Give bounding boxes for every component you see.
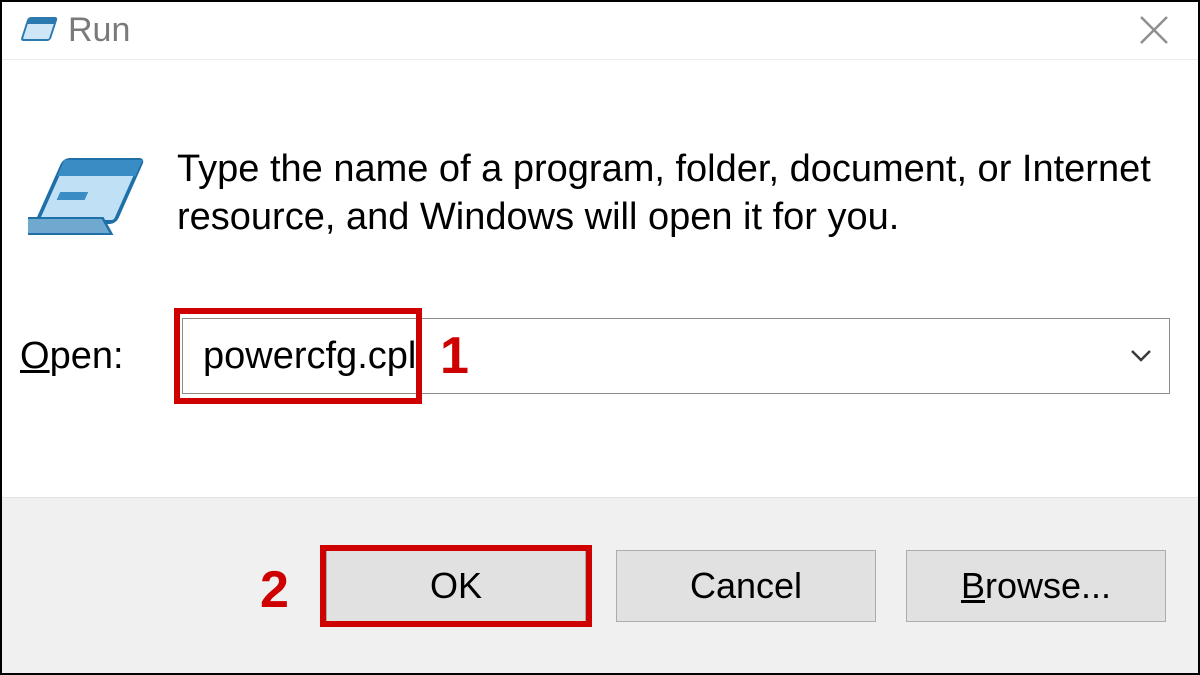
open-combobox[interactable]	[182, 318, 1170, 394]
window-title: Run	[68, 11, 130, 50]
open-input[interactable]	[183, 319, 1113, 393]
open-row: Open:	[20, 318, 1170, 394]
dialog-footer: OK Cancel Browse... 2	[2, 497, 1198, 673]
close-button[interactable]	[1132, 8, 1176, 52]
title-bar: Run	[2, 2, 1198, 60]
close-icon	[1137, 13, 1171, 47]
ok-button[interactable]: OK	[326, 550, 586, 622]
run-dialog-frame: Run Type the name of a program, folder,	[0, 0, 1200, 675]
run-large-icon	[28, 152, 146, 242]
instruction-text: Type the name of a program, folder, docu…	[177, 146, 1158, 241]
open-label: Open:	[20, 335, 150, 378]
combo-dropdown-button[interactable]	[1113, 319, 1169, 393]
run-app-small-icon	[16, 14, 60, 48]
chevron-down-icon	[1130, 349, 1152, 363]
cancel-button[interactable]: Cancel	[616, 550, 876, 622]
annotation-number-2: 2	[260, 560, 289, 620]
browse-button[interactable]: Browse...	[906, 550, 1166, 622]
dialog-body: Type the name of a program, folder, docu…	[2, 60, 1198, 497]
